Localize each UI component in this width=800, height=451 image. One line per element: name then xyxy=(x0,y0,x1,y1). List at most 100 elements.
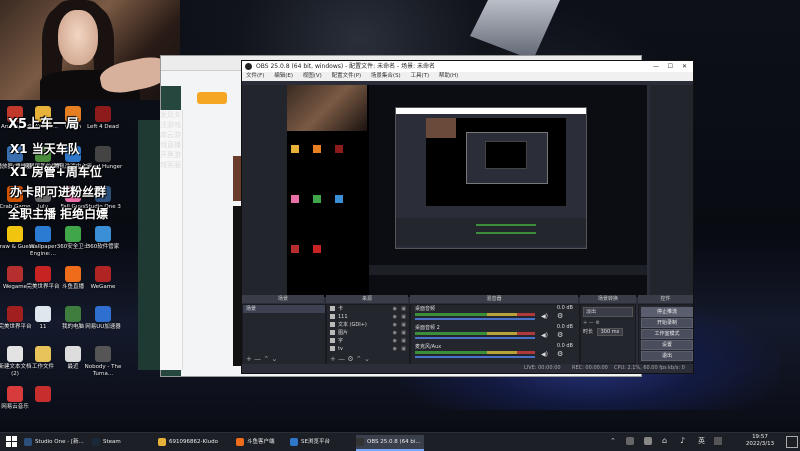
taskbar-item[interactable]: OBS 25.0.8 (64 bi... xyxy=(356,435,424,451)
obs-titlebar[interactable]: OBS 25.0.8 (64 bit, windows) - 配置文件: 未命名… xyxy=(242,61,693,72)
gear-icon[interactable]: ⚙ xyxy=(557,350,563,358)
obs-window[interactable]: OBS 25.0.8 (64 bit, windows) - 配置文件: 未命名… xyxy=(241,60,694,374)
source-type-icon xyxy=(330,338,335,343)
volume-icon[interactable]: ♪ xyxy=(680,436,685,445)
webcam-overlay xyxy=(0,0,180,100)
desktop-icon[interactable]: Nobody - The Turna... xyxy=(82,346,124,377)
menu-view[interactable]: 视图(V) xyxy=(303,73,322,79)
lock-icon[interactable]: ▣ xyxy=(401,345,406,353)
app-icon xyxy=(7,306,23,322)
gear-icon[interactable]: ⚙ xyxy=(557,312,563,320)
close-icon[interactable]: ✕ xyxy=(682,61,687,72)
lock-icon[interactable]: ▣ xyxy=(401,313,406,321)
source-item[interactable]: 卡 ◉ ▣ xyxy=(327,305,409,313)
desktop-icon[interactable]: Left 4 Dead xyxy=(82,106,124,131)
notifications-icon[interactable] xyxy=(786,436,798,448)
source-item[interactable]: tv ◉ ▣ xyxy=(327,345,409,353)
source-item[interactable]: 文本 (GDI+) ◉ ▣ xyxy=(327,321,409,329)
menu-scene-collection[interactable]: 场景集合(S) xyxy=(371,73,401,79)
exit-button[interactable]: 退出 xyxy=(641,351,693,361)
source-item[interactable]: 111 ◉ ▣ xyxy=(327,313,409,321)
rail-item[interactable]: 客服 xyxy=(167,161,181,169)
preview-nested-meter xyxy=(476,224,536,226)
gear-icon[interactable]: ⚙ xyxy=(347,355,353,363)
tray-up-icon[interactable]: ⌃ xyxy=(610,437,616,445)
rail-item[interactable]: 直播 xyxy=(167,141,181,149)
scene-item[interactable]: 场景 xyxy=(243,305,325,313)
move-down-icon[interactable]: ⌄ xyxy=(364,355,370,363)
lock-icon[interactable]: ▣ xyxy=(401,321,406,329)
preview-nested-meter xyxy=(476,232,536,234)
start-recording-button[interactable]: 开始录制 xyxy=(641,318,693,328)
studio-mode-button[interactable]: 工作室模式 xyxy=(641,329,693,339)
add-source-icon[interactable]: + xyxy=(330,355,336,363)
visibility-icon[interactable]: ◉ xyxy=(393,329,397,337)
menu-profile[interactable]: 配置文件(P) xyxy=(332,73,362,79)
menu-tools[interactable]: 工具(T) xyxy=(410,73,429,79)
add-scene-icon[interactable]: + xyxy=(246,355,252,363)
settings-button[interactable]: 设置 xyxy=(641,340,693,350)
visibility-icon[interactable]: ◉ xyxy=(393,337,397,345)
rail-item[interactable]: 开黑 xyxy=(160,151,174,159)
desktop-icon[interactable]: WeGame xyxy=(82,266,124,291)
minimize-icon[interactable]: — xyxy=(653,61,659,72)
taskbar-item[interactable]: 斗鱼客户端 xyxy=(236,435,286,449)
desktop-icon[interactable]: 网易UU加速器 xyxy=(82,306,124,331)
visibility-icon[interactable]: ◉ xyxy=(393,345,397,353)
visibility-icon[interactable]: ◉ xyxy=(393,313,397,321)
gear-icon[interactable]: ⚙ xyxy=(595,320,599,326)
channel-name: 桌面音频 2 xyxy=(415,325,440,331)
channel-name: 麦克风/Aux xyxy=(415,344,442,350)
obs-left-margin xyxy=(242,85,287,295)
visibility-icon[interactable]: ◉ xyxy=(393,321,397,329)
taskbar-item[interactable]: Steam xyxy=(92,435,152,449)
gear-icon[interactable]: ⚙ xyxy=(557,331,563,339)
taskbar-item[interactable]: SE浏览平台 xyxy=(290,435,350,449)
lock-icon[interactable]: ▣ xyxy=(401,329,406,337)
rail-item[interactable]: 发现 xyxy=(160,111,174,119)
taskbar-item[interactable]: 691096862-Kludo xyxy=(158,435,230,449)
duration-input[interactable]: 300 ms xyxy=(596,328,624,336)
speaker-icon[interactable]: ◀) xyxy=(541,351,548,358)
windows-start-icon[interactable] xyxy=(6,436,17,447)
preview-icon xyxy=(313,195,321,203)
lock-icon[interactable]: ▣ xyxy=(401,337,406,345)
remove-scene-icon[interactable]: — xyxy=(254,355,261,363)
desktop-icon[interactable] xyxy=(22,386,64,404)
tray-app-icon[interactable] xyxy=(644,437,652,445)
move-up-icon[interactable]: ⌃ xyxy=(263,355,269,363)
clock[interactable]: 19:57 2022/3/13 xyxy=(740,434,780,448)
visibility-icon[interactable]: ◉ xyxy=(393,305,397,313)
ime-icon[interactable]: 英 xyxy=(698,436,705,446)
menu-help[interactable]: 帮助(H) xyxy=(439,73,458,79)
tray-app-icon[interactable] xyxy=(714,437,722,445)
transition-select[interactable]: 淡出 xyxy=(583,307,633,317)
preview-desktop xyxy=(369,85,647,297)
desktop-icon[interactable]: 360软件管家 xyxy=(82,226,124,251)
stop-streaming-button[interactable]: 停止推流 xyxy=(641,307,693,317)
source-item[interactable]: 图片 ◉ ▣ xyxy=(327,329,409,337)
menu-edit[interactable]: 编辑(E) xyxy=(274,73,293,79)
taskbar-item[interactable]: Studio One - [新... xyxy=(24,435,88,449)
source-item[interactable]: 字 ◉ ▣ xyxy=(327,337,409,345)
remove-transition-icon[interactable]: — xyxy=(589,320,594,326)
speaker-icon[interactable]: ◀) xyxy=(541,332,548,339)
volume-slider[interactable] xyxy=(415,318,535,320)
remove-source-icon[interactable]: — xyxy=(338,355,345,363)
app-icon xyxy=(7,346,23,362)
volume-meter xyxy=(415,351,535,354)
maximize-icon[interactable]: ☐ xyxy=(668,61,673,72)
obs-preview[interactable] xyxy=(287,85,647,297)
desktop-icon-label: Nobody - The Turna... xyxy=(84,364,122,377)
move-up-icon[interactable]: ⌃ xyxy=(356,355,362,363)
add-transition-icon[interactable]: + xyxy=(583,320,587,326)
menu-file[interactable]: 文件(F) xyxy=(246,73,264,79)
source-type-icon xyxy=(330,322,335,327)
tray-app-icon[interactable] xyxy=(626,437,634,445)
move-down-icon[interactable]: ⌄ xyxy=(271,355,277,363)
volume-slider[interactable] xyxy=(415,356,535,358)
lock-icon[interactable]: ▣ xyxy=(401,305,406,313)
speaker-icon[interactable]: ◀) xyxy=(541,313,548,320)
network-icon[interactable]: ⌂ xyxy=(662,436,667,445)
volume-slider[interactable] xyxy=(415,337,535,339)
